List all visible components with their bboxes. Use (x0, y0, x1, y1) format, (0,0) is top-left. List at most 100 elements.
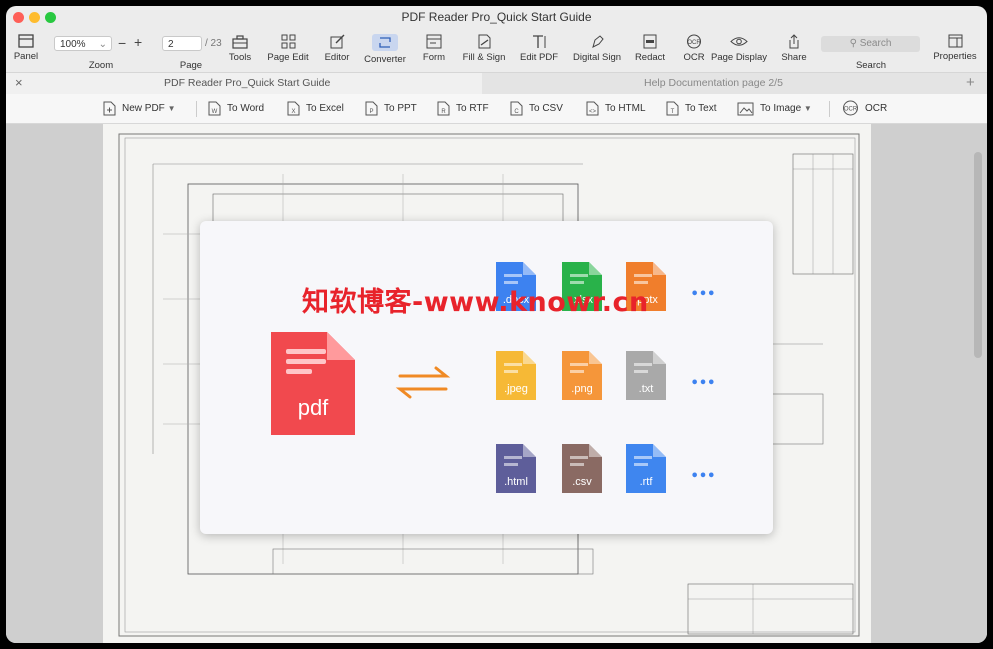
file-line (570, 274, 588, 277)
zoom-select[interactable]: 100% ⌄ (54, 36, 112, 51)
to-ppt-button[interactable]: P To PPT (365, 100, 417, 118)
properties-button[interactable]: Properties (931, 34, 979, 70)
to-text-button[interactable]: T To Text (666, 100, 717, 118)
panel-button[interactable]: Panel (11, 34, 41, 70)
redact-button[interactable]: Redact (633, 34, 667, 70)
divider (196, 101, 197, 117)
pen-nib-icon (591, 35, 604, 48)
caret-down-icon: ▼ (803, 104, 812, 113)
ocr-convert-button[interactable]: OCR OCR (842, 100, 887, 118)
text-doc-icon: T (666, 101, 679, 116)
to-csv-button[interactable]: C To CSV (510, 100, 563, 118)
to-image-button[interactable]: To Image ▼ (737, 100, 812, 118)
file-line (504, 370, 518, 373)
close-tab-icon[interactable]: × (15, 75, 23, 90)
file-type-label: .csv (572, 476, 592, 488)
form-icon (426, 34, 442, 49)
vertical-scrollbar[interactable] (974, 152, 982, 358)
tools-button[interactable]: Tools (224, 34, 256, 70)
window-title: PDF Reader Pro_Quick Start Guide (401, 10, 592, 24)
pdf-line (286, 369, 312, 374)
search-input[interactable]: ⚲ Search (821, 36, 920, 52)
more-formats-icon: ••• (691, 376, 716, 391)
fill-sign-icon (478, 34, 490, 49)
file-fold (589, 262, 602, 275)
file-fold (523, 351, 536, 364)
tab-inactive[interactable]: Help Documentation page 2/5 (483, 73, 963, 94)
edit-pdf-button[interactable]: Edit PDF (518, 34, 560, 70)
ocr-icon: OCR (843, 100, 858, 116)
panel-icon (18, 34, 34, 48)
converter-toolbar: New PDF ▼ W To Word X To Excel P To PPT R To… (6, 94, 987, 124)
file-fold (653, 351, 666, 364)
pdf-line (286, 359, 326, 364)
file-type-label: .jpeg (504, 383, 528, 395)
file-fold (653, 262, 666, 275)
file-line (504, 463, 518, 466)
zoom-out-button[interactable]: − (118, 35, 126, 51)
word-doc-icon: W (208, 101, 221, 116)
pdf-line (286, 349, 326, 354)
search-icon: ⚲ (849, 38, 857, 49)
file-fold (523, 262, 536, 275)
file-line (634, 456, 652, 459)
file-line (634, 363, 652, 366)
file-line (504, 363, 522, 366)
share-button[interactable]: Share (779, 34, 809, 70)
to-html-button[interactable]: <> To HTML (586, 100, 646, 118)
file-line (634, 463, 648, 466)
arrow-left-icon (395, 387, 448, 399)
file-line (570, 456, 588, 459)
svg-text:T: T (671, 109, 675, 115)
file-fold (523, 444, 536, 457)
csv-doc-icon: C (510, 101, 523, 116)
page-number-input[interactable]: 2 (162, 36, 202, 51)
file-type-label: .png (571, 383, 592, 395)
to-word-button[interactable]: W To Word (208, 100, 264, 118)
file-type-label: .rtf (640, 476, 654, 488)
svg-text:W: W (212, 109, 218, 115)
to-excel-button[interactable]: X To Excel (287, 100, 344, 118)
rtf-doc-icon: R (437, 101, 450, 116)
main-toolbar: Panel 100% ⌄ − + Zoom 2 / 23 Page Tools P… (6, 28, 987, 72)
share-icon (789, 34, 799, 49)
to-rtf-button[interactable]: R To RTF (437, 100, 489, 118)
conversion-illustration: pdf .docx .xlsx .pptx .jpeg .png .txt .html .csv… (200, 221, 773, 534)
file-fold (653, 444, 666, 457)
file-line (504, 274, 522, 277)
file-line (634, 274, 652, 277)
zoom-in-button[interactable]: + (134, 34, 142, 50)
pencil-square-icon (330, 34, 344, 49)
converter-button[interactable]: Converter (362, 34, 408, 70)
title-bar: PDF Reader Pro_Quick Start Guide (6, 6, 987, 28)
form-button[interactable]: Form (418, 34, 450, 70)
file-line (504, 456, 522, 459)
svg-text:C: C (514, 109, 519, 115)
editor-button[interactable]: Editor (319, 34, 355, 70)
file-fold (589, 444, 602, 457)
toolbox-icon (232, 35, 248, 49)
tab-active[interactable]: × PDF Reader Pro_Quick Start Guide (6, 73, 482, 94)
redact-icon (643, 34, 657, 49)
image-doc-icon (737, 102, 754, 116)
fill-sign-button[interactable]: Fill & Sign (461, 34, 507, 70)
ocr-button[interactable]: OCR OCR (679, 34, 709, 70)
ocr-icon: OCR (687, 34, 701, 49)
svg-text:R: R (441, 109, 446, 115)
page-display-button[interactable]: Page Display (709, 34, 769, 70)
new-pdf-button[interactable]: New PDF ▼ (103, 100, 176, 118)
html-doc-icon: <> (586, 101, 599, 116)
pdf-fold (327, 332, 355, 360)
more-formats-icon: ••• (691, 469, 716, 484)
properties-icon (948, 34, 962, 48)
digital-sign-button[interactable]: Digital Sign (569, 34, 625, 70)
svg-text:OCR: OCR (687, 40, 701, 46)
file-fold (589, 351, 602, 364)
page-edit-button[interactable]: Page Edit (266, 34, 310, 70)
chevron-down-icon: ⌄ (98, 39, 107, 50)
tab-label-quick-start: PDF Reader Pro_Quick Start Guide (164, 77, 331, 89)
file-line (634, 370, 648, 373)
add-tab-icon[interactable]: + (966, 74, 975, 91)
file-type-label: .txt (639, 383, 654, 395)
new-pdf-icon (103, 101, 116, 116)
